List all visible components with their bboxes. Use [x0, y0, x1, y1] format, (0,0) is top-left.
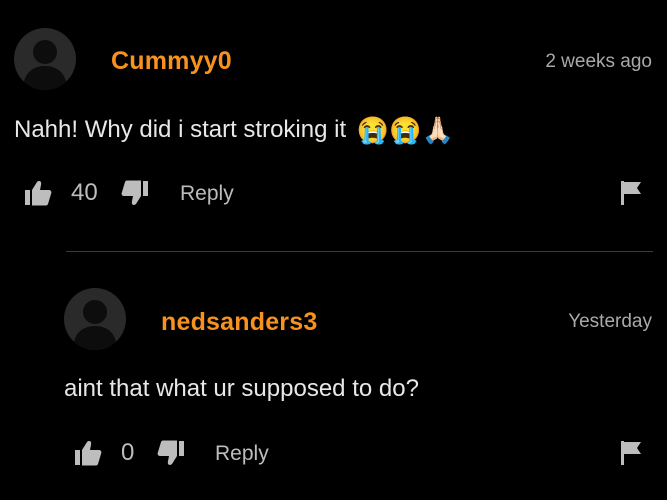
avatar[interactable] [14, 28, 76, 90]
user-avatar-icon [73, 300, 117, 350]
thumbs-up-icon[interactable] [74, 440, 102, 471]
timestamp: Yesterday [568, 311, 652, 332]
username[interactable]: Cummyy0 [111, 47, 232, 76]
comment-2-actions: 0 Reply [0, 433, 667, 473]
comment-body: Nahh! Why did i start stroking it [14, 115, 347, 143]
timestamp: 2 weeks ago [545, 51, 652, 72]
reply-divider [66, 251, 653, 252]
flag-icon[interactable] [620, 181, 642, 210]
thumbs-down-icon[interactable] [157, 440, 185, 471]
reply-button[interactable]: Reply [215, 442, 269, 466]
thumbs-up-icon[interactable] [24, 180, 52, 211]
emoji-sequence: 😭😭🙏🏻 [356, 115, 454, 145]
username[interactable]: nedsanders3 [161, 308, 317, 337]
comment-text: aint that what ur supposed to do? [64, 375, 419, 402]
like-count: 0 [121, 439, 135, 466]
flag-icon[interactable] [620, 441, 642, 470]
like-count: 40 [71, 179, 98, 206]
user-avatar-icon [23, 40, 67, 90]
thumbs-down-icon[interactable] [121, 180, 149, 211]
avatar[interactable] [64, 288, 126, 350]
comment-text: Nahh! Why did i start stroking it 😭😭🙏🏻 [14, 115, 454, 146]
reply-button[interactable]: Reply [180, 182, 234, 206]
comment-1-actions: 40 Reply [0, 173, 667, 213]
